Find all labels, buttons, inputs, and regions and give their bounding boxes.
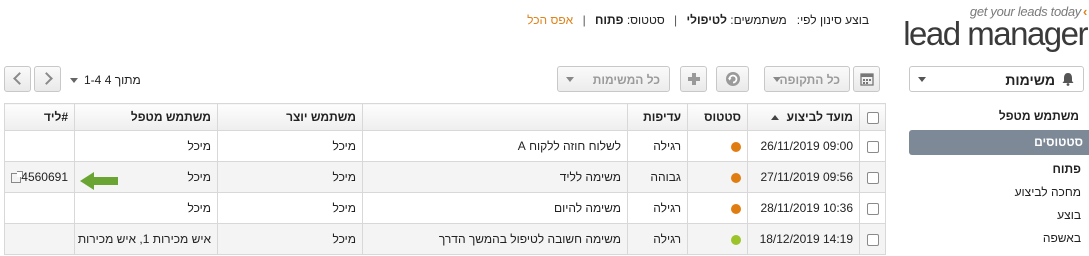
status-cell xyxy=(687,130,748,162)
priority-cell: גבוהה xyxy=(627,161,688,193)
column-header-status[interactable]: סטטוס xyxy=(687,103,748,131)
sidebar-item-pending[interactable]: מחכה לביצוע xyxy=(909,181,1089,204)
creator-cell: מיכל xyxy=(217,192,363,224)
chevron-down-icon xyxy=(918,77,926,82)
filter-status-value: פתוח xyxy=(595,13,624,27)
description-cell: משימה לליד xyxy=(362,161,628,193)
lead-cell xyxy=(4,223,75,255)
column-header-handler[interactable]: משתמש מטפל xyxy=(74,103,218,131)
chevron-right-icon xyxy=(40,72,53,85)
module-dropdown[interactable]: משימות xyxy=(909,66,1084,92)
table-row[interactable]: 09:00 26/11/2019 רגילה לשלוח חוזה ללקוח … xyxy=(4,130,886,162)
chevron-left-icon xyxy=(13,72,26,85)
sort-ascending-icon xyxy=(771,115,780,121)
description-cell: לשלוח חוזה ללקוח A xyxy=(362,130,628,162)
logo-name: lead manager xyxy=(903,15,1088,52)
due-cell: 09:56 27/11/2019 xyxy=(747,161,860,193)
due-cell: 09:00 26/11/2019 xyxy=(747,130,860,162)
previous-page-button[interactable] xyxy=(4,66,31,92)
table-row[interactable]: 09:56 27/11/2019 גבוהה משימה לליד מיכל מ… xyxy=(4,161,886,193)
due-cell: 14:19 18/12/2019 xyxy=(747,223,860,255)
active-filters: בוצע סינון לפי: משתמשים: לטיפולי | סטטוס… xyxy=(527,13,869,27)
reset-filters-link[interactable]: אפס הכל xyxy=(527,13,573,27)
lead-manager-logo[interactable]: get your leads today ‹ lead manager xyxy=(903,4,1088,54)
status-dot-icon xyxy=(731,141,741,152)
chevron-down-icon xyxy=(70,78,78,84)
filter-separator: | xyxy=(674,13,678,27)
lead-cell xyxy=(4,130,75,162)
column-header-description[interactable] xyxy=(362,103,628,131)
lead-cell xyxy=(4,192,75,224)
filter-status-label: סטטוס: xyxy=(626,13,665,27)
priority-cell: רגילה xyxy=(627,223,688,255)
column-header-priority[interactable]: עדיפות xyxy=(627,103,688,131)
description-cell: משימה חשובה לטיפול בהמשך הדרך xyxy=(362,223,628,255)
sidebar-item-done[interactable]: בוצע xyxy=(909,204,1089,227)
period-filter-dropdown[interactable]: כל התקופה xyxy=(764,66,850,92)
sidebar-item-open[interactable]: פתוח xyxy=(909,158,1089,181)
creator-cell: מיכל xyxy=(217,161,363,193)
tasks-table: מועד לביצוע סטטוס עדיפות משתמש יוצר משתמ… xyxy=(4,103,886,255)
filter-prefix: בוצע סינון לפי: xyxy=(796,13,869,27)
period-filter-label: כל התקופה xyxy=(779,73,840,87)
pointer-arrow-icon xyxy=(80,172,118,190)
due-cell: 10:36 28/11/2019 xyxy=(747,192,860,224)
priority-cell: רגילה xyxy=(627,192,688,224)
description-cell: משימה להיום xyxy=(362,192,628,224)
next-page-button[interactable] xyxy=(34,66,61,92)
tasks-filter-label: כל המשימות xyxy=(592,73,660,87)
tasks-filter-dropdown[interactable]: כל המשימות xyxy=(557,66,670,92)
plus-icon xyxy=(687,73,700,85)
filter-users-value: לטיפולי xyxy=(686,13,727,27)
handler-cell: איש מכירות 1, איש מכירות 2, מיכל xyxy=(74,223,218,255)
row-checkbox[interactable] xyxy=(867,233,879,246)
status-cell xyxy=(687,161,748,193)
handler-cell: מיכל xyxy=(74,130,218,162)
refresh-button[interactable] xyxy=(716,66,749,92)
external-link-icon[interactable] xyxy=(11,170,24,183)
row-checkbox[interactable] xyxy=(867,202,879,215)
bell-icon xyxy=(1062,73,1074,86)
chevron-down-icon xyxy=(566,77,574,82)
lead-cell: 4560691 xyxy=(4,161,75,193)
column-header-due[interactable]: מועד לביצוע xyxy=(747,103,860,131)
table-row[interactable]: 10:36 28/11/2019 רגילה משימה להיום מיכל … xyxy=(4,192,886,224)
status-dot-icon xyxy=(731,203,741,214)
status-cell xyxy=(687,223,748,255)
column-header-creator[interactable]: משתמש יוצר xyxy=(217,103,363,131)
sidebar-item-trash[interactable]: באשפה xyxy=(909,227,1089,250)
creator-cell: מיכל xyxy=(217,130,363,162)
sidebar-section-handler[interactable]: משתמש מטפל xyxy=(909,106,1089,127)
creator-cell: מיכל xyxy=(217,223,363,255)
table-row[interactable]: 14:19 18/12/2019 רגילה משימה חשובה לטיפו… xyxy=(4,223,886,255)
select-all-cell xyxy=(859,103,886,131)
status-cell xyxy=(687,192,748,224)
add-task-button[interactable] xyxy=(680,66,707,92)
filter-users-label: משתמשים: xyxy=(730,13,787,27)
filter-separator: | xyxy=(582,13,586,27)
select-all-checkbox[interactable] xyxy=(867,111,879,124)
sidebar-status-list: פתוח מחכה לביצוע בוצע באשפה xyxy=(909,158,1089,250)
handler-cell: מיכל xyxy=(74,192,218,224)
row-checkbox[interactable] xyxy=(867,140,879,153)
table-header-row: מועד לביצוע סטטוס עדיפות משתמש יוצר משתמ… xyxy=(4,103,886,131)
pagination-selector[interactable]: 1-4 מתוך 4 xyxy=(70,73,141,87)
module-dropdown-label: משימות xyxy=(1005,72,1055,88)
sidebar-item-statuses[interactable]: סטטוסים xyxy=(909,130,1089,155)
status-dot-icon xyxy=(731,172,741,183)
calendar-icon xyxy=(859,73,874,86)
status-dot-icon xyxy=(731,234,741,245)
row-checkbox[interactable] xyxy=(867,171,879,184)
refresh-icon xyxy=(725,72,740,86)
priority-cell: רגילה xyxy=(627,130,688,162)
column-header-lead[interactable]: #ליד xyxy=(4,103,75,131)
calendar-button[interactable] xyxy=(853,66,880,92)
pagination-label: 1-4 מתוך 4 xyxy=(84,73,141,87)
chevron-down-icon xyxy=(773,77,781,82)
lead-link[interactable]: 4560691 xyxy=(21,170,68,184)
